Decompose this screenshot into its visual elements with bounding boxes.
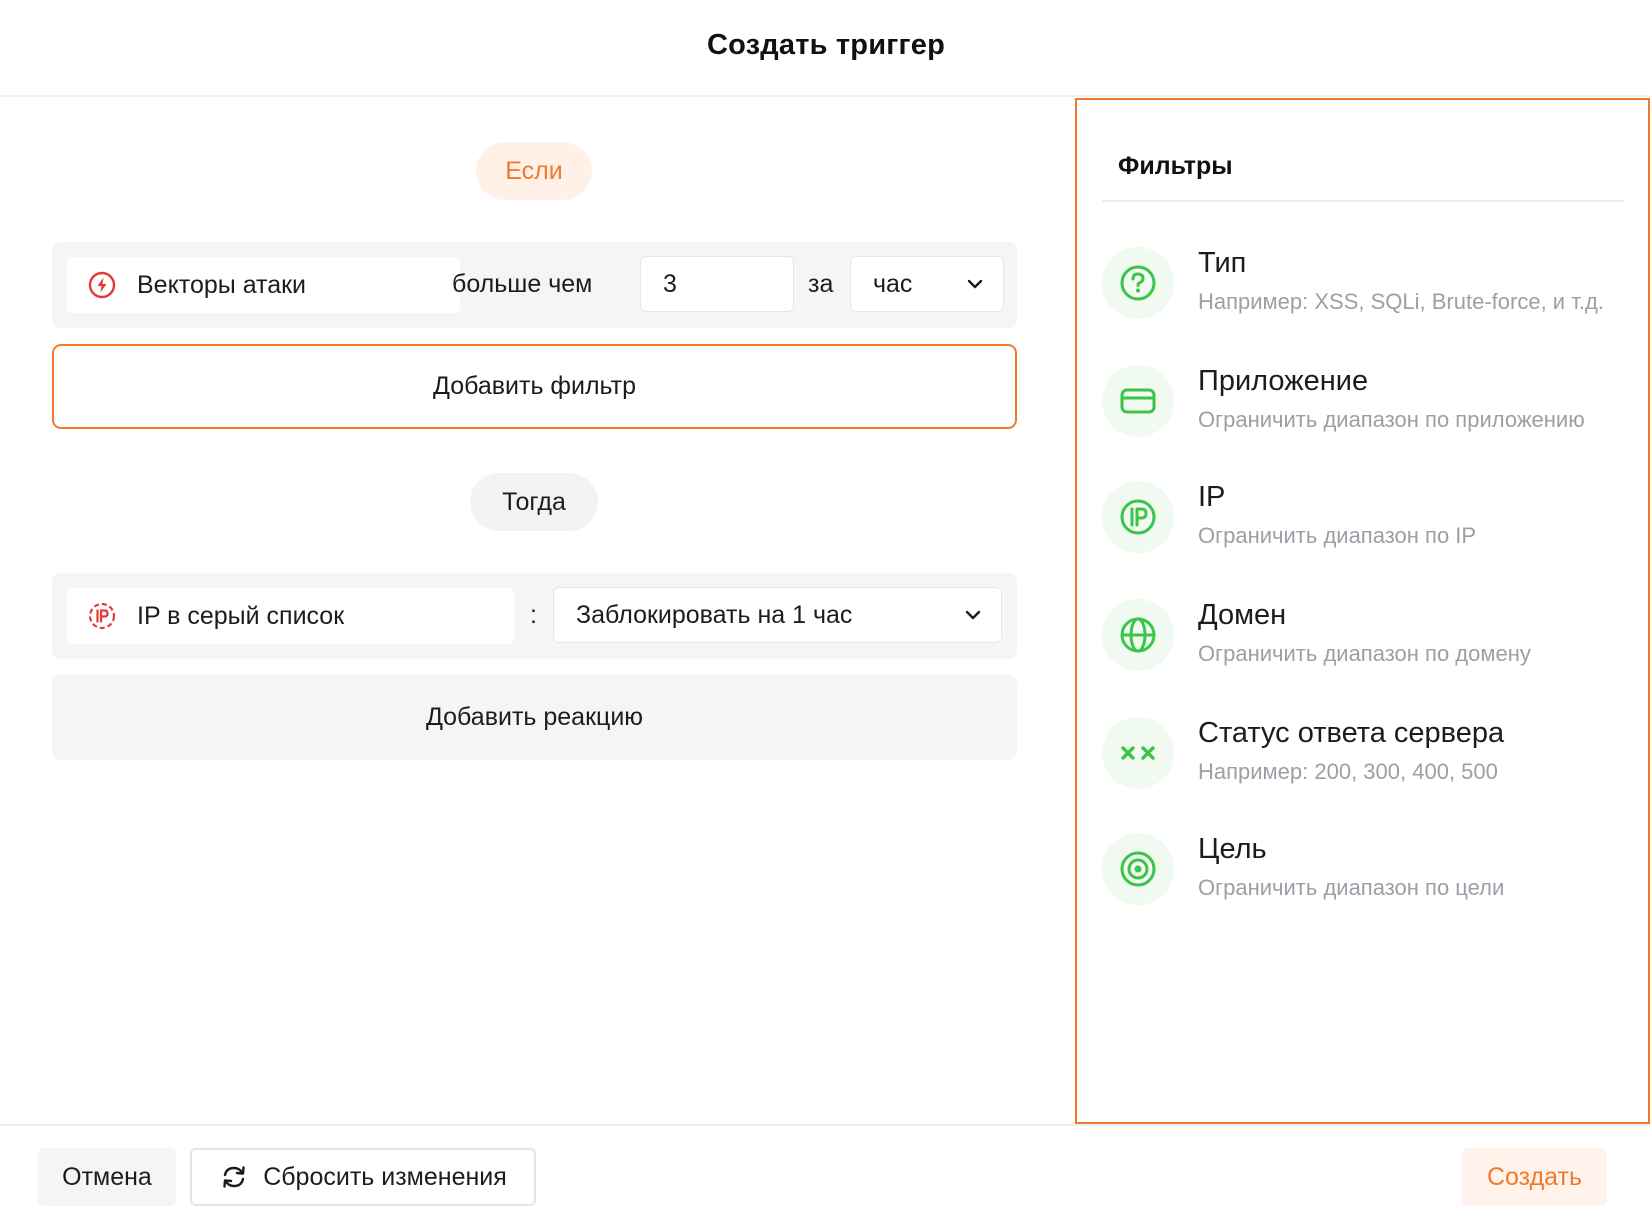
filter-description: Например: XSS, SQLi, Brute-force, и т.д. [1198, 289, 1604, 314]
question-icon [1120, 265, 1156, 301]
filter-item-ip[interactable]: IP Ограничить диапазон по IP [1102, 481, 1632, 571]
per-label: за [808, 270, 834, 298]
comparator-label: больше чем [452, 270, 593, 298]
filters-divider [1102, 200, 1624, 202]
filter-description: Ограничить диапазон по цели [1198, 875, 1505, 900]
globe-icon [1120, 617, 1156, 653]
filter-item-type[interactable]: Тип Например: XSS, SQLi, Brute-force, и … [1102, 247, 1632, 337]
filter-name: Домен [1198, 599, 1287, 631]
cancel-button[interactable]: Отмена [38, 1148, 176, 1206]
filters-panel: Фильтры Тип Например: XSS, SQLi, Brute-f… [1075, 98, 1650, 1124]
bolt-circle-icon [88, 271, 116, 299]
add-reaction-button[interactable]: Добавить реакцию [52, 675, 1017, 760]
filter-description: Например: 200, 300, 400, 500 [1198, 759, 1498, 784]
card-icon [1120, 388, 1156, 414]
chevron-down-icon [967, 279, 983, 289]
block-duration-value: Заблокировать на 1 час [576, 600, 853, 629]
separator-colon: : [530, 601, 537, 629]
filter-item-application[interactable]: Приложение Ограничить диапазон по прилож… [1102, 365, 1632, 455]
attack-vector-label: Векторы атаки [137, 270, 307, 299]
xx-icon [1121, 746, 1155, 760]
filter-name: IP [1198, 481, 1226, 513]
target-icon [1120, 851, 1156, 887]
filter-icon-circle [1102, 247, 1174, 319]
filter-name: Статус ответа сервера [1198, 717, 1505, 749]
count-input[interactable]: 3 [640, 256, 794, 312]
create-button[interactable]: Создать [1462, 1148, 1607, 1206]
add-filter-button[interactable]: Добавить фильтр [52, 344, 1017, 429]
filter-icon-circle [1102, 365, 1174, 437]
reset-changes-label: Сбросить изменения [263, 1162, 507, 1191]
trigger-editor: Если Векторы атаки больше чем 3 за час Д… [0, 98, 1074, 1124]
refresh-icon [223, 1166, 245, 1188]
ip-action-label: IP в серый список [137, 601, 345, 630]
block-duration-select[interactable]: Заблокировать на 1 час [553, 587, 1002, 643]
dialog-header: Создать триггер [0, 0, 1650, 97]
dialog-title: Создать триггер [706, 29, 946, 61]
condition-row: Векторы атаки больше чем 3 за час [52, 242, 1017, 328]
filter-icon-circle [1102, 717, 1174, 789]
filter-description: Ограничить диапазон по приложению [1198, 407, 1585, 432]
filter-icon-circle [1102, 833, 1174, 905]
filters-title: Фильтры [1118, 152, 1233, 180]
filter-name: Цель [1198, 833, 1267, 865]
ip-action-selector[interactable]: IP в серый список [67, 588, 514, 644]
ip-icon [1120, 499, 1156, 535]
filter-name: Приложение [1198, 365, 1369, 397]
filter-item-domain[interactable]: Домен Ограничить диапазон по домену [1102, 599, 1632, 689]
then-label: Тогда [470, 473, 598, 531]
reset-changes-button[interactable]: Сбросить изменения [190, 1148, 536, 1206]
period-value: час [873, 269, 913, 298]
count-value: 3 [663, 269, 677, 298]
filter-icon-circle [1102, 481, 1174, 553]
filter-description: Ограничить диапазон по IP [1198, 523, 1477, 548]
if-label: Если [476, 142, 592, 200]
action-row: IP в серый список : Заблокировать на 1 ч… [52, 573, 1017, 659]
attack-vector-selector[interactable]: Векторы атаки [67, 257, 460, 313]
chevron-down-icon [965, 610, 981, 620]
filter-description: Ограничить диапазон по домену [1198, 641, 1531, 666]
filter-icon-circle [1102, 599, 1174, 671]
filter-item-target[interactable]: Цель Ограничить диапазон по цели [1102, 833, 1632, 923]
ip-icon [88, 602, 116, 630]
period-select[interactable]: час [850, 256, 1004, 312]
filter-item-status[interactable]: Статус ответа сервера Например: 200, 300… [1102, 717, 1632, 807]
filter-name: Тип [1198, 247, 1247, 279]
dialog-footer: Отмена Сбросить изменения Создать [0, 1124, 1650, 1224]
